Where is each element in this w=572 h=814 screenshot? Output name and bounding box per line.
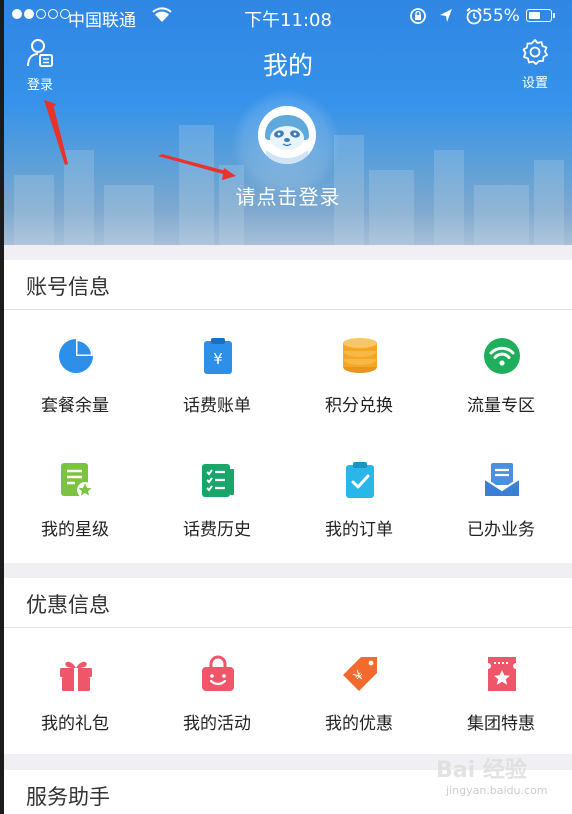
wifi-icon (484, 338, 520, 374)
item-label: 我的订单 (325, 520, 393, 540)
phone-screen: 中国联通 下午11:08 55% 登录 我的 设置 请点击登录 账号信息 套餐余… (4, 0, 572, 814)
pie-chart-icon (59, 339, 93, 373)
status-bar: 中国联通 下午11:08 55% (4, 0, 572, 34)
offers-section: 优惠信息 我的礼包 我的活动 ¥ 我的优惠 集团特惠 (4, 578, 572, 754)
item-label: 积分兑换 (325, 396, 393, 416)
account-info-section: 账号信息 套餐余量 ¥ 话费账单 积分兑换 流量专区 我的星级 话费历史 我的订… (4, 260, 572, 563)
order-clipboard-icon (346, 462, 374, 498)
page-title: 我的 (262, 51, 313, 80)
item-label: 我的活动 (183, 714, 251, 734)
group-offers-item[interactable]: 集团特惠 (430, 629, 572, 739)
points-exchange-item[interactable]: 积分兑换 (288, 311, 430, 421)
data-zone-item[interactable]: 流量专区 (430, 311, 572, 421)
ticket-star-icon (488, 657, 516, 691)
gift-icon (60, 661, 92, 691)
section-title: 账号信息 (26, 275, 110, 299)
section-title: 服务助手 (26, 785, 110, 809)
baidu-jingyan-watermark: Bai 经验 jingyan.baidu.com (436, 746, 556, 806)
section-header: 优惠信息 (4, 578, 572, 628)
item-label: 我的星级 (41, 520, 109, 540)
item-label: 已办业务 (467, 520, 535, 540)
bill-clipboard-icon: ¥ (204, 338, 232, 374)
sloth-mascot-icon (258, 106, 316, 164)
my-gift-pack-item[interactable]: 我的礼包 (4, 629, 146, 739)
envelope-icon (484, 463, 520, 496)
rotation-lock-icon (409, 7, 427, 30)
watermark-url: jingyan.baidu.com (446, 784, 548, 797)
item-label: 话费账单 (183, 396, 251, 416)
bill-history-item[interactable]: 话费历史 (146, 435, 288, 545)
item-label: 套餐余量 (41, 396, 109, 416)
section-title: 优惠信息 (26, 593, 110, 617)
coin-stack-icon (343, 338, 377, 373)
profile-header: 中国联通 下午11:08 55% 登录 我的 设置 请点击登录 (4, 0, 572, 245)
star-document-icon (61, 463, 93, 498)
item-label: 集团特惠 (467, 714, 535, 734)
watermark-text: Bai 经验 (436, 758, 527, 783)
my-orders-item[interactable]: 我的订单 (288, 435, 430, 545)
shopping-bag-icon (202, 655, 234, 691)
settings-button[interactable]: 设置 (512, 38, 558, 91)
gear-icon (521, 39, 549, 70)
price-tag-icon: ¥ (343, 657, 377, 691)
item-label: 我的礼包 (41, 714, 109, 734)
completed-services-item[interactable]: 已办业务 (430, 435, 572, 545)
login-prompt-link[interactable]: 请点击登录 (4, 181, 572, 210)
avatar[interactable] (258, 106, 316, 164)
phone-bill-item[interactable]: ¥ 话费账单 (146, 311, 288, 421)
history-list-icon (202, 464, 234, 497)
location-icon (439, 8, 453, 29)
alarm-icon (465, 7, 483, 30)
my-activities-item[interactable]: 我的活动 (146, 629, 288, 739)
battery-icon (526, 9, 552, 22)
item-label: 话费历史 (183, 520, 251, 540)
plan-balance-item[interactable]: 套餐余量 (4, 311, 146, 421)
my-discounts-item[interactable]: ¥ 我的优惠 (288, 629, 430, 739)
section-header: 账号信息 (4, 260, 572, 310)
settings-label: 设置 (521, 76, 548, 91)
battery-percentage: 55% (482, 6, 520, 26)
item-label: 我的优惠 (325, 714, 393, 734)
my-star-level-item[interactable]: 我的星级 (4, 435, 146, 545)
svg-text:¥: ¥ (213, 350, 223, 368)
item-label: 流量专区 (467, 396, 535, 416)
